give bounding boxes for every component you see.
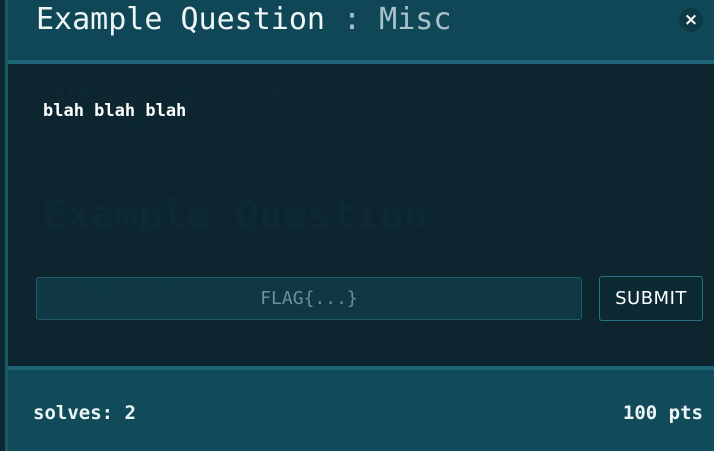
submit-button[interactable]: SUBMIT xyxy=(599,276,703,321)
title-separator: : xyxy=(343,2,362,37)
flag-input[interactable] xyxy=(36,277,582,320)
modal-title: Example Question : Misc xyxy=(36,2,451,37)
close-icon[interactable]: × xyxy=(679,8,703,32)
modal-header: Example Question : Misc × xyxy=(8,0,714,64)
challenge-description: blah blah blah xyxy=(43,101,187,121)
modal-footer: solves: 2 100 pts xyxy=(8,366,714,451)
page: 100 category: Impossible points: 100 Exa… xyxy=(0,0,714,451)
modal-body: blah blah blah SUBMIT xyxy=(8,64,714,366)
challenge-name: Example Question xyxy=(36,2,325,37)
solves-count: solves: 2 xyxy=(33,402,136,424)
points-value: 100 pts xyxy=(622,402,703,424)
challenge-modal: Example Question : Misc × blah blah blah… xyxy=(5,0,714,451)
challenge-category: Misc xyxy=(379,2,452,37)
